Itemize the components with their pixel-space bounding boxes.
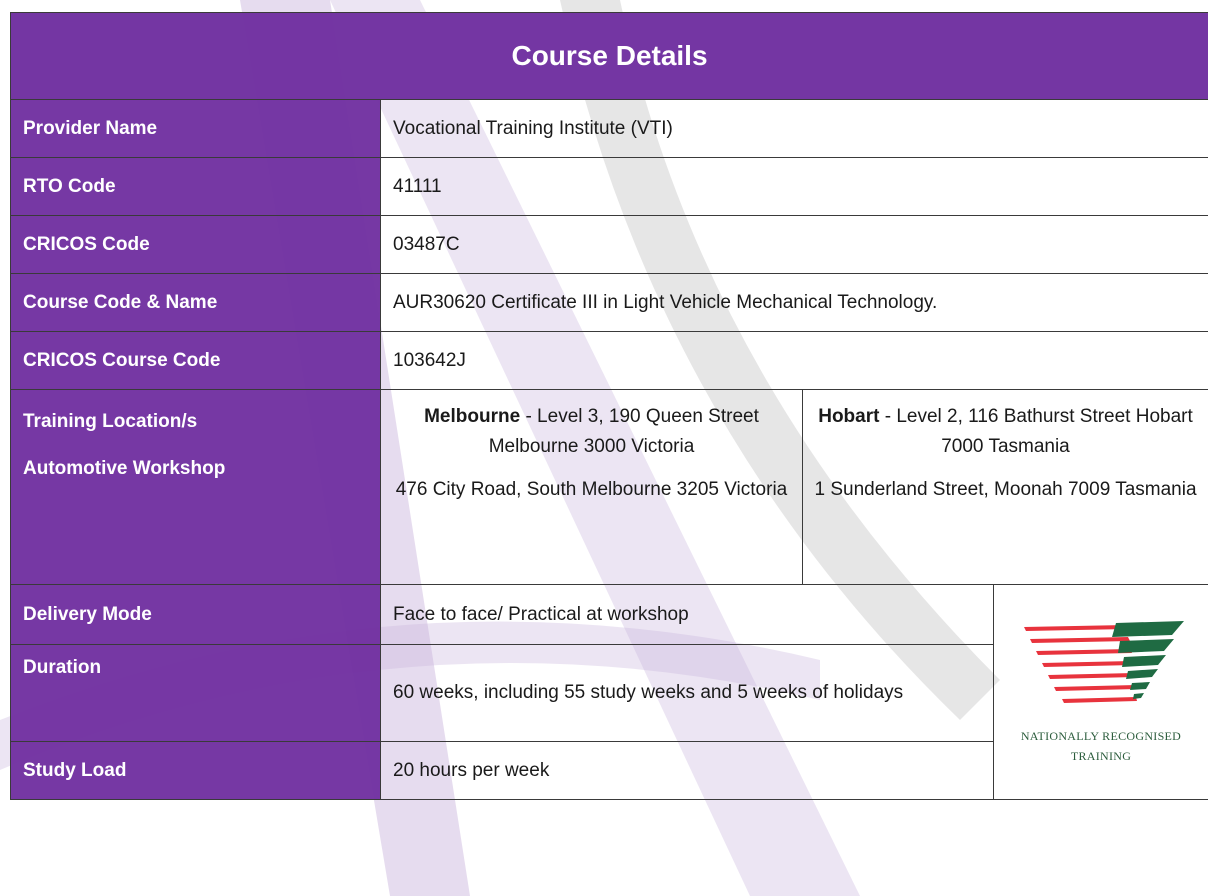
table-row: Delivery Mode Face to face/ Practical at… <box>10 584 1208 800</box>
nrt-logo: Nationally Recognised Training <box>992 584 1208 800</box>
melbourne-address: - Level 3, 190 Queen Street Melbourne 30… <box>488 406 759 457</box>
melbourne-name: Melbourne <box>424 406 521 427</box>
hobart-location: Hobart - Level 2, 116 Bathurst Street Ho… <box>801 389 1208 585</box>
cricos-course-code-label: CRICOS Course Code <box>10 331 381 390</box>
nrt-logo-icon <box>1024 620 1184 703</box>
course-code-name-label: Course Code & Name <box>10 273 381 332</box>
cricos-course-code-value: 103642J <box>379 331 1208 390</box>
training-location-row: Training Location/s Automotive Workshop … <box>10 389 1208 585</box>
duration-label: Duration <box>10 644 381 742</box>
hobart-address: - Level 2, 116 Bathurst Street Hobart 70… <box>879 406 1193 457</box>
training-location-label-line1: Training Location/s <box>23 411 198 432</box>
hobart-workshop: 1 Sunderland Street, Moonah 7009 Tasmani… <box>814 479 1197 500</box>
table-row: Course Code & Name AUR30620 Certificate … <box>10 273 1208 332</box>
course-details-table: Course Details Provider Name Vocational … <box>9 12 1208 800</box>
table-row: RTO Code 41111 <box>10 157 1208 216</box>
rto-code-label: RTO Code <box>10 157 381 216</box>
delivery-mode-label: Delivery Mode <box>10 584 381 645</box>
table-row: CRICOS Code 03487C <box>10 215 1208 274</box>
table-row: Provider Name Vocational Training Instit… <box>10 99 1208 158</box>
study-load-value: 20 hours per week <box>380 741 994 800</box>
nrt-logo-line2: Training <box>1070 748 1132 763</box>
table-title: Course Details <box>9 12 1208 100</box>
training-location-label-line2: Automotive Workshop <box>23 458 226 479</box>
study-load-label: Study Load <box>10 741 381 800</box>
nrt-logo-text: Nationally Recognised Training <box>994 726 1208 766</box>
duration-value: 60 weeks, including 55 study weeks and 5… <box>380 644 994 742</box>
delivery-mode-value: Face to face/ Practical at workshop <box>380 584 994 645</box>
cricos-code-value: 03487C <box>379 215 1208 274</box>
hobart-name: Hobart <box>818 406 880 427</box>
melbourne-location: Melbourne - Level 3, 190 Queen Street Me… <box>380 389 803 585</box>
cricos-code-label: CRICOS Code <box>10 215 381 274</box>
training-location-label: Training Location/s Automotive Workshop <box>10 389 381 585</box>
melbourne-workshop: 476 City Road, South Melbourne 3205 Vict… <box>395 479 788 500</box>
provider-name-value: Vocational Training Institute (VTI) <box>379 99 1208 158</box>
rto-code-value: 41111 <box>379 157 1208 216</box>
course-code-name-value: AUR30620 Certificate III in Light Vehicl… <box>379 273 1208 332</box>
provider-name-label: Provider Name <box>10 99 381 158</box>
table-row: CRICOS Course Code 103642J <box>10 331 1208 390</box>
nrt-logo-line1: Nationally Recognised <box>1020 728 1182 743</box>
